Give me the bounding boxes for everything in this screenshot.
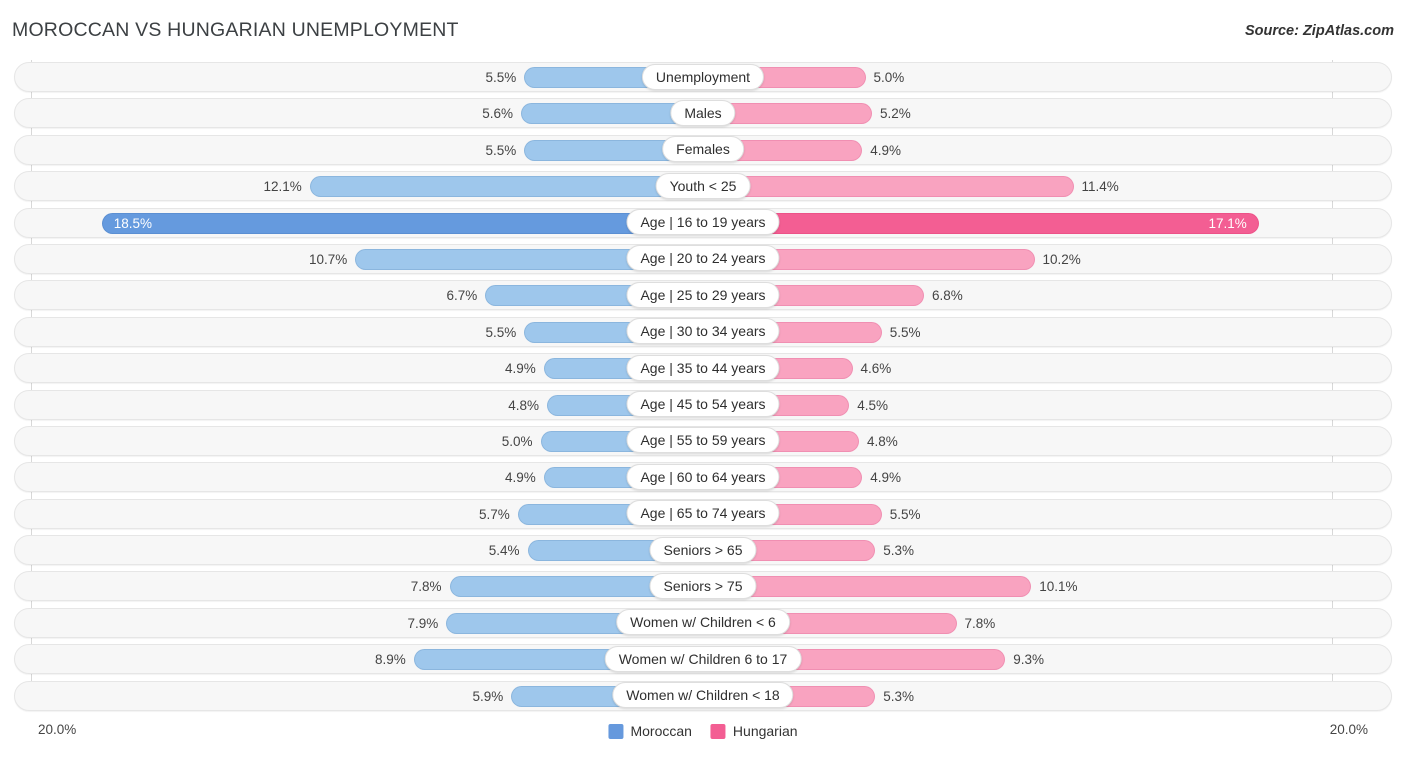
- legend-label: Moroccan: [630, 723, 692, 739]
- bar-moroccan: [309, 176, 703, 198]
- category-label[interactable]: Youth < 25: [655, 172, 751, 199]
- category-label[interactable]: Age | 45 to 54 years: [626, 391, 780, 418]
- legend-swatch-icon: [710, 723, 726, 739]
- category-label[interactable]: Women w/ Children < 6: [616, 609, 790, 636]
- category-label[interactable]: Age | 55 to 59 years: [626, 427, 780, 454]
- value-label-hungarian: 10.1%: [1039, 579, 1078, 595]
- value-label-moroccan: 5.0%: [501, 433, 533, 449]
- chart-row: 7.9% 7.8% Women w/ Children < 6: [12, 606, 1394, 642]
- category-label[interactable]: Age | 25 to 29 years: [626, 281, 780, 308]
- value-label-moroccan: 12.1%: [263, 179, 302, 195]
- value-label-hungarian: 4.8%: [867, 433, 898, 449]
- chart-footer: 20.0% 20.0% Moroccan Hungarian: [0, 718, 1406, 757]
- diverging-bar-chart: 5.5% 5.0% Unemployment 5.6% 5.2% Males 5.5% 4.9…: [12, 60, 1394, 715]
- value-label-hungarian: 4.9%: [870, 142, 902, 158]
- chart-row: 5.5% 5.5% Age | 30 to 34 years: [12, 315, 1394, 351]
- chart-row: 7.8% 10.1% Seniors > 75: [12, 569, 1394, 605]
- value-label-hungarian: 4.6%: [860, 361, 892, 377]
- axis-max-label-left: 20.0%: [38, 722, 77, 737]
- legend-swatch-icon: [608, 723, 624, 739]
- bar-hungarian: [703, 212, 1259, 234]
- category-label[interactable]: Age | 16 to 19 years: [626, 209, 780, 236]
- source-attribution: Source: ZipAtlas.com: [1244, 23, 1394, 39]
- value-label-moroccan: 5.5%: [485, 324, 517, 340]
- value-label-hungarian: 4.9%: [870, 470, 902, 486]
- chart-row: 5.0% 4.8% Age | 55 to 59 years: [12, 424, 1394, 460]
- chart-row: 4.9% 4.6% Age | 35 to 44 years: [12, 351, 1394, 387]
- value-label-moroccan: 4.9%: [504, 361, 536, 377]
- value-label-hungarian: 5.3%: [883, 688, 915, 704]
- category-label[interactable]: Age | 20 to 24 years: [626, 245, 780, 272]
- value-label-moroccan: 5.6%: [482, 106, 513, 122]
- value-label-moroccan: 4.9%: [504, 470, 536, 486]
- category-label[interactable]: Seniors > 75: [649, 572, 757, 599]
- chart-row: 12.1% 11.4% Youth < 25: [12, 169, 1394, 205]
- category-label[interactable]: Women w/ Children < 18: [612, 682, 794, 709]
- chart-row: 5.6% 5.2% Males: [12, 96, 1394, 132]
- value-label-moroccan: 4.8%: [508, 397, 539, 413]
- legend-item[interactable]: Moroccan: [608, 723, 692, 739]
- value-label-moroccan: 5.5%: [485, 142, 517, 158]
- chart-row: 10.7% 10.2% Age | 20 to 24 years: [12, 242, 1394, 278]
- value-label-moroccan: 10.7%: [308, 251, 348, 267]
- value-label-moroccan: 7.8%: [410, 579, 442, 595]
- chart-row: 6.7% 6.8% Age | 25 to 29 years: [12, 278, 1394, 314]
- value-label-hungarian: 5.2%: [880, 106, 911, 122]
- category-label[interactable]: Age | 65 to 74 years: [626, 500, 780, 527]
- chart-row: 5.9% 5.3% Women w/ Children < 18: [12, 679, 1394, 715]
- value-label-hungarian: 5.3%: [883, 543, 915, 559]
- value-label-hungarian: 7.8%: [964, 615, 996, 631]
- chart-row: 4.9% 4.9% Age | 60 to 64 years: [12, 460, 1394, 496]
- category-label[interactable]: Males: [670, 99, 736, 126]
- value-label-hungarian: 5.0%: [873, 70, 905, 85]
- chart-row: 5.5% 4.9% Females: [12, 133, 1394, 169]
- category-label[interactable]: Age | 30 to 34 years: [626, 318, 780, 345]
- value-label-moroccan: 5.4%: [488, 543, 520, 559]
- category-label[interactable]: Women w/ Children 6 to 17: [604, 645, 802, 672]
- chart-row: 8.9% 9.3% Women w/ Children 6 to 17: [12, 642, 1394, 678]
- value-label-moroccan: 18.5%: [113, 215, 153, 231]
- chart-rows: 5.5% 5.0% Unemployment 5.6% 5.2% Males 5.5% 4.9…: [12, 60, 1394, 715]
- value-label-moroccan: 5.7%: [478, 506, 510, 522]
- chart-legend: Moroccan Hungarian: [608, 723, 798, 739]
- bar-moroccan: [101, 212, 703, 234]
- category-label[interactable]: Females: [662, 136, 744, 163]
- page-title: MOROCCAN VS HUNGARIAN UNEMPLOYMENT: [12, 19, 459, 41]
- axis-max-label-right: 20.0%: [1329, 722, 1368, 737]
- chart-row: 18.5% 17.1% Age | 16 to 19 years: [12, 206, 1394, 242]
- value-label-moroccan: 5.5%: [485, 70, 517, 85]
- value-label-moroccan: 8.9%: [374, 652, 406, 668]
- value-label-hungarian: 5.5%: [889, 506, 921, 522]
- chart-row: 5.7% 5.5% Age | 65 to 74 years: [12, 497, 1394, 533]
- category-label[interactable]: Unemployment: [641, 63, 765, 90]
- legend-label: Hungarian: [732, 723, 798, 739]
- chart-row: 5.4% 5.3% Seniors > 65: [12, 533, 1394, 569]
- value-label-hungarian: 9.3%: [1013, 652, 1045, 668]
- chart-row: 5.5% 5.0% Unemployment: [12, 60, 1394, 96]
- value-label-hungarian: 6.8%: [932, 288, 963, 304]
- value-label-moroccan: 7.9%: [407, 615, 439, 631]
- bar-hungarian: [703, 176, 1074, 198]
- chart-header: MOROCCAN VS HUNGARIAN UNEMPLOYMENT Sourc…: [0, 0, 1406, 58]
- value-label-moroccan: 6.7%: [446, 288, 478, 304]
- value-label-hungarian: 11.4%: [1081, 179, 1119, 195]
- value-label-hungarian: 17.1%: [1208, 215, 1247, 231]
- value-label-hungarian: 10.2%: [1042, 251, 1081, 267]
- value-label-moroccan: 5.9%: [472, 688, 504, 704]
- chart-row: 4.8% 4.5% Age | 45 to 54 years: [12, 388, 1394, 424]
- legend-item[interactable]: Hungarian: [710, 723, 798, 739]
- category-label[interactable]: Age | 35 to 44 years: [626, 354, 780, 381]
- category-label[interactable]: Seniors > 65: [649, 536, 757, 563]
- value-label-hungarian: 4.5%: [857, 397, 889, 413]
- category-label[interactable]: Age | 60 to 64 years: [626, 463, 780, 490]
- value-label-hungarian: 5.5%: [889, 324, 921, 340]
